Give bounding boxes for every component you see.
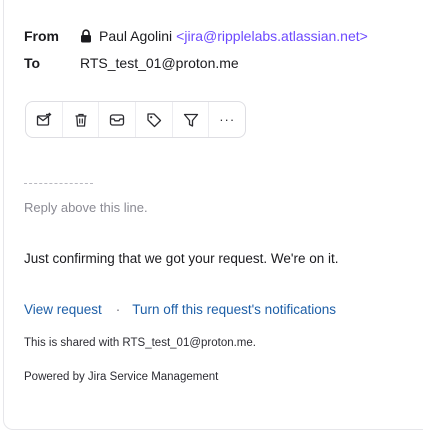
archive-button[interactable] <box>99 102 137 137</box>
sender-name[interactable]: Paul Agolini <box>99 28 172 44</box>
to-label: To <box>24 55 41 71</box>
archive-icon <box>110 113 125 126</box>
turn-off-notifications-link[interactable]: Turn off this request's notifications <box>132 302 336 317</box>
request-links: View request · Turn off this request's n… <box>24 302 336 317</box>
from-row: From Paul Agolini <jira@ripplelabs.atlas… <box>24 28 368 44</box>
lock-icon <box>80 29 92 43</box>
to-row: To RTS_test_01@proton.me <box>24 55 239 71</box>
filter-button[interactable] <box>173 102 210 137</box>
message-body: Just confirming that we got your request… <box>24 251 339 266</box>
recipient-address[interactable]: RTS_test_01@proton.me <box>80 55 239 71</box>
delete-button[interactable] <box>63 102 100 137</box>
tag-icon <box>147 112 161 127</box>
envelope-move-icon <box>36 112 52 126</box>
from-label: From <box>24 28 59 44</box>
move-to-button[interactable] <box>26 102 63 137</box>
view-request-link[interactable]: View request <box>24 302 102 317</box>
reply-above-text: Reply above this line. <box>24 200 148 215</box>
message-toolbar: ··· <box>25 101 246 138</box>
filter-icon <box>183 113 198 127</box>
trash-icon <box>75 113 86 127</box>
reply-divider <box>24 183 93 184</box>
link-separator: · <box>115 302 121 317</box>
shared-notice: This is shared with RTS_test_01@proton.m… <box>24 337 256 349</box>
more-icon: ··· <box>219 112 236 127</box>
powered-by-text: Powered by Jira Service Management <box>24 371 219 383</box>
label-button[interactable] <box>136 102 173 137</box>
more-button[interactable]: ··· <box>209 102 245 137</box>
sender-email[interactable]: <jira@ripplelabs.atlassian.net> <box>176 28 368 44</box>
